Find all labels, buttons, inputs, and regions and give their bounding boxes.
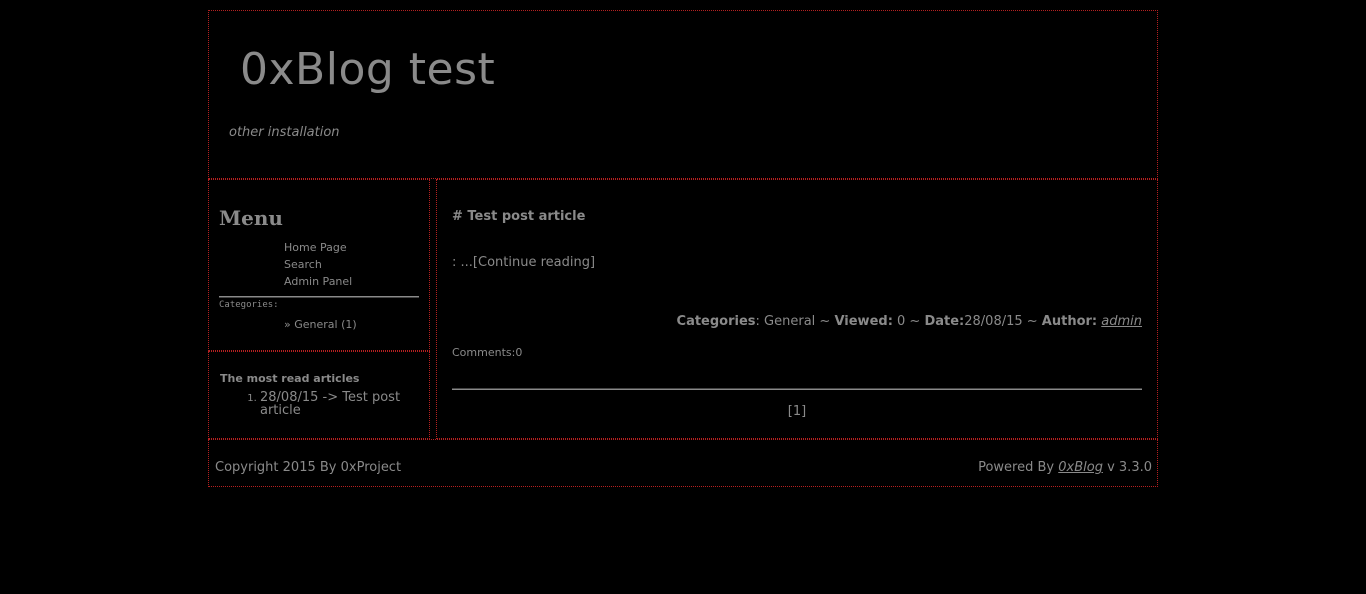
footer-powered-by: Powered By 0xBlog v 3.3.0 <box>978 460 1152 475</box>
most-read-heading: The most read articles <box>220 372 360 385</box>
pagination: [1] <box>437 404 1157 419</box>
search-link[interactable]: Search <box>284 258 322 271</box>
menu-heading: Menu <box>219 206 283 230</box>
page-1-link[interactable]: [1] <box>788 404 806 419</box>
menu-item-home: Home Page <box>284 239 352 256</box>
footer-copyright: Copyright 2015 By 0xProject <box>215 460 402 475</box>
meta-author-label: Author: <box>1041 314 1098 329</box>
most-read-article-link[interactable]: 28/08/15 -> Test post article <box>260 390 400 418</box>
header: 0xBlog test other installation <box>208 10 1158 179</box>
oxblog-link[interactable]: 0xBlog <box>1058 460 1103 475</box>
meta-categories-label: Categories <box>676 314 756 329</box>
most-read-panel: The most read articles 28/08/15 -> Test … <box>208 351 430 439</box>
site-title: 0xBlog test <box>240 44 496 95</box>
author-link[interactable]: admin <box>1101 314 1142 329</box>
menu-item-admin: Admin Panel <box>284 273 352 290</box>
home-page-link[interactable]: Home Page <box>284 241 347 254</box>
categories-label: Categories: <box>219 300 279 310</box>
meta-viewed-value: 0 ~ <box>892 314 925 329</box>
menu-item-search: Search <box>284 256 352 273</box>
menu-list: Home Page Search Admin Panel <box>284 239 352 290</box>
content-divider <box>452 388 1142 390</box>
post-meta: Categories: General ~ Viewed: 0 ~ Date:2… <box>677 314 1142 329</box>
meta-categories-value: : General ~ <box>755 314 835 329</box>
meta-date-label: Date: <box>924 314 965 329</box>
powered-suffix: v 3.3.0 <box>1102 460 1152 475</box>
powered-prefix: Powered By <box>978 460 1059 475</box>
category-item: » General (1) <box>284 318 357 331</box>
continue-reading-link[interactable]: [Continue reading] <box>473 255 595 270</box>
most-read-item: 28/08/15 -> Test post article <box>260 391 410 417</box>
footer: Copyright 2015 By 0xProject Powered By 0… <box>208 439 1158 487</box>
menu-divider <box>219 296 419 298</box>
site-subtitle: other installation <box>229 125 340 140</box>
comments-count: Comments:0 <box>452 346 523 359</box>
categories-list: » General (1) <box>284 318 357 331</box>
post-excerpt: : ...[Continue reading] <box>452 255 595 270</box>
excerpt-prefix: : ... <box>452 255 473 270</box>
meta-viewed-label: Viewed: <box>834 314 893 329</box>
main-content: # Test post article : ...[Continue readi… <box>436 179 1158 439</box>
category-general-link[interactable]: » General (1) <box>284 318 357 331</box>
admin-panel-link[interactable]: Admin Panel <box>284 275 352 288</box>
meta-date-value: 28/08/15 ~ <box>964 314 1042 329</box>
post-title: # Test post article <box>452 209 586 224</box>
sidebar-menu: Menu Home Page Search Admin Panel Catego… <box>208 179 430 351</box>
most-read-list: 28/08/15 -> Test post article <box>220 391 410 417</box>
